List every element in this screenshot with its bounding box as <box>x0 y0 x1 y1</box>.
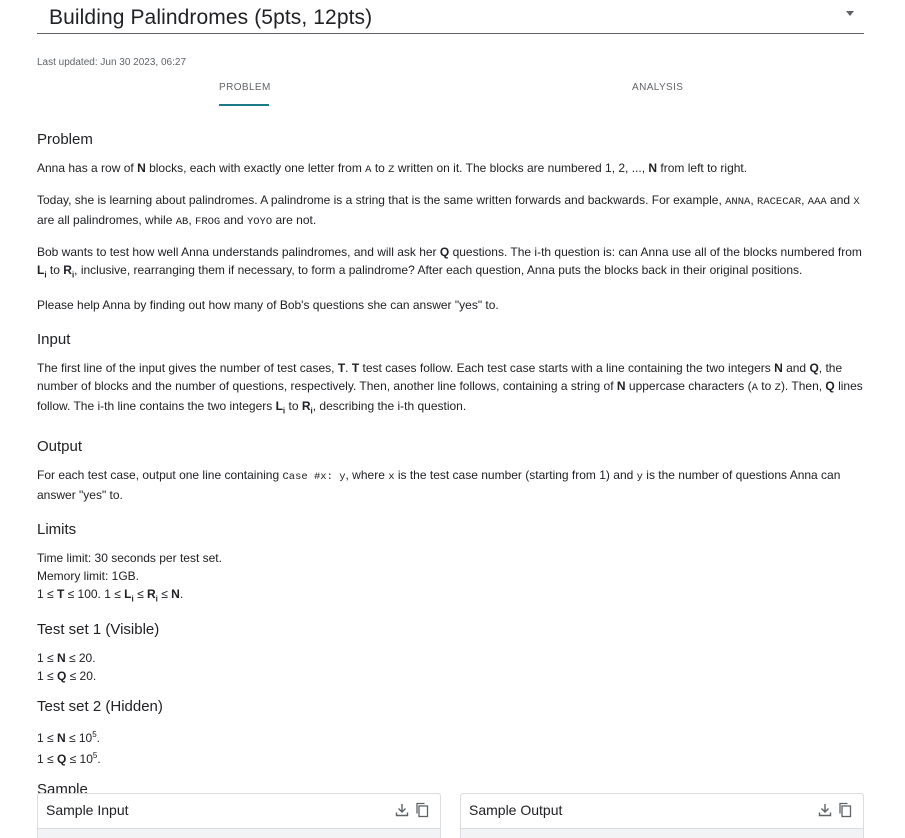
paragraph-problem-3: Bob wants to test how well Anna understa… <box>37 245 862 280</box>
problem-selector[interactable]: Building Palindromes (5pts, 12pts) <box>37 0 864 34</box>
limits-list: Time limit: 30 seconds per test set. Mem… <box>37 549 864 608</box>
last-updated: Last updated: Jun 30 2023, 06:27 <box>37 57 187 68</box>
constraint-line: 1 ≤ T ≤ 100. 1 ≤ Li ≤ Ri ≤ N. <box>37 586 184 604</box>
tab-problem[interactable]: PROBLEM <box>219 82 271 93</box>
output-heading: Output <box>37 437 83 455</box>
test-set-2-limits: 1 ≤ N ≤ 105. 1 ≤ Q ≤ 105. <box>37 730 101 767</box>
test-set-2-heading: Test set 2 (Hidden) <box>37 698 163 716</box>
sample-input-card: Sample Input <box>37 793 441 838</box>
copy-icon[interactable] <box>414 802 430 818</box>
sample-output-card: Sample Output <box>460 793 864 838</box>
paragraph-problem-4: Please help Anna by finding out how many… <box>37 298 499 313</box>
sample-row: Sample Input Sample Output <box>37 793 864 838</box>
tab-bar: PROBLEM ANALYSIS <box>37 80 864 108</box>
copy-icon[interactable] <box>837 802 853 818</box>
memory-limit: Memory limit: 1GB. <box>37 568 140 583</box>
problem-title: Building Palindromes (5pts, 12pts) <box>49 6 373 29</box>
active-tab-indicator <box>219 104 269 106</box>
limits-heading: Limits <box>37 520 77 538</box>
problem-statement: Problem Anna has a row of N blocks, each… <box>37 126 864 809</box>
sample-output-body <box>461 828 863 838</box>
problem-heading: Problem <box>37 131 93 148</box>
input-heading: Input <box>37 331 71 349</box>
download-icon[interactable] <box>817 802 833 818</box>
paragraph-problem-2: Today, she is learning about palindromes… <box>37 193 860 228</box>
sample-input-title: Sample Input <box>46 802 129 818</box>
dropdown-caret-icon[interactable] <box>846 11 854 16</box>
download-icon[interactable] <box>394 802 410 818</box>
sample-input-body <box>38 828 440 838</box>
paragraph-output: For each test case, output one line cont… <box>37 467 841 502</box>
test-set-1-limits: 1 ≤ N ≤ 20. 1 ≤ Q ≤ 20. <box>37 651 97 684</box>
sample-output-title: Sample Output <box>469 802 563 818</box>
test-set-1-heading: Test set 1 (Visible) <box>37 621 160 639</box>
paragraph-input: The first line of the input gives the nu… <box>37 361 863 416</box>
tab-analysis[interactable]: ANALYSIS <box>632 82 683 93</box>
paragraph-problem-1: Anna has a row of N blocks, each with ex… <box>37 161 748 176</box>
time-limit: Time limit: 30 seconds per test set. <box>37 550 222 565</box>
